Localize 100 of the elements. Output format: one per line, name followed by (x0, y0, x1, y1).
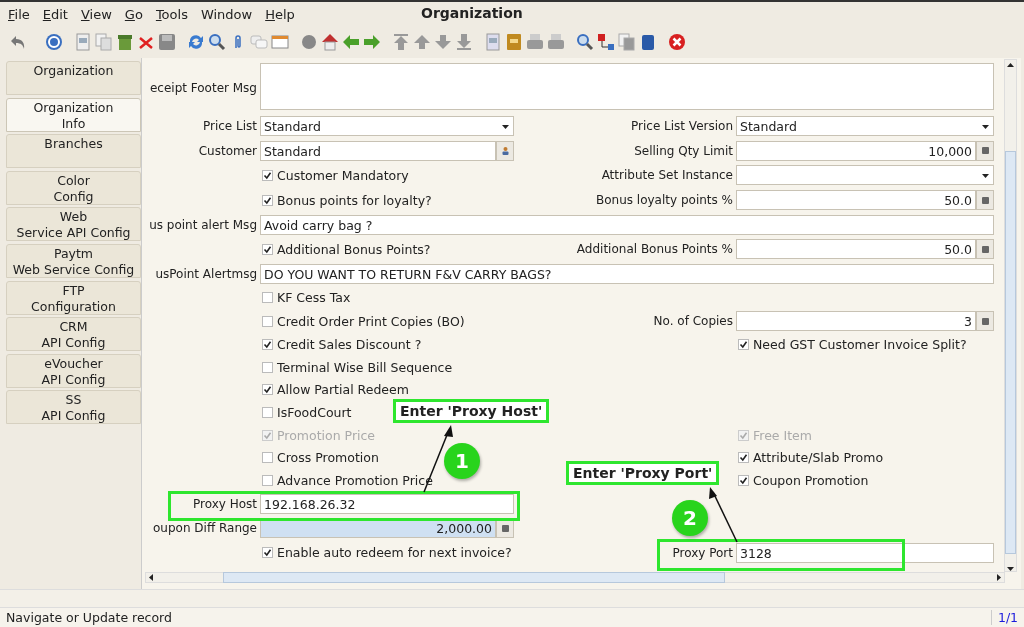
window-title: Organization (421, 5, 523, 21)
checkbox[interactable] (262, 547, 273, 559)
text-field[interactable]: 192.168.26.32 (260, 493, 514, 514)
sidebar-tab[interactable]: Paytm Web Service Config (6, 243, 141, 278)
checkbox-label: Credit Order Print Copies (BO) (277, 313, 465, 329)
down-arrow-icon[interactable] (434, 33, 452, 51)
checkbox[interactable] (262, 291, 273, 303)
window-icon[interactable] (618, 33, 636, 51)
text-field[interactable]: DO YOU WANT TO RETURN F&V CARRY BAGS? (260, 263, 994, 284)
checkbox-label: Credit Sales Discount ? (277, 337, 422, 353)
text-field[interactable]: 3128 (736, 543, 994, 563)
menu-item[interactable]: Help (265, 6, 295, 22)
checkbox-label: Customer Mandatory (277, 168, 409, 183)
menu-item[interactable]: Tools (155, 6, 188, 22)
callout-label: Enter 'Proxy Host' (393, 399, 550, 423)
calculator-icon (981, 317, 989, 325)
circle-icon[interactable] (300, 33, 318, 51)
checkbox-label: IsFoodCourt (277, 404, 352, 420)
dropdown[interactable]: Standard (736, 116, 994, 137)
table-icon[interactable] (271, 33, 289, 51)
menu-item[interactable]: Go (124, 6, 143, 22)
report-icon[interactable] (484, 33, 502, 51)
field-label: Price List Version (631, 119, 734, 134)
text-field[interactable]: Avoid carry bag ? (260, 214, 994, 235)
calculator-icon (981, 147, 989, 155)
checkbox-label: KF Cess Tax (277, 289, 351, 305)
vertical-scrollbar[interactable] (1004, 59, 1017, 572)
checkbox[interactable] (262, 194, 273, 206)
cylinder-icon[interactable] (639, 33, 657, 51)
checkbox[interactable] (262, 384, 273, 396)
scroll-right-icon[interactable] (997, 574, 1001, 581)
calculator-button[interactable] (976, 190, 994, 211)
checkbox[interactable] (262, 406, 273, 418)
number-field[interactable]: 50.0 (736, 190, 976, 211)
checkbox-label: Coupon Promotion (753, 472, 869, 488)
caret-icon (502, 125, 509, 130)
field-label: Attribute Set Instance (601, 168, 734, 183)
text-field[interactable]: Standard (260, 140, 496, 161)
scroll-down-icon[interactable] (1007, 567, 1014, 571)
menu-item[interactable]: Window (200, 6, 253, 22)
save-icon[interactable] (158, 33, 176, 51)
callout-label: Enter 'Proxy Port' (566, 461, 720, 485)
close-icon[interactable] (668, 33, 686, 51)
calculator-button[interactable] (976, 311, 994, 332)
checkbox[interactable] (738, 474, 749, 486)
trash-icon[interactable] (116, 33, 134, 51)
number-field[interactable]: 50.0 (736, 239, 976, 260)
checkbox-label: Terminal Wise Bill Sequence (277, 359, 453, 375)
archive-icon[interactable] (505, 33, 523, 51)
sidebar-tab[interactable]: SS API Config (6, 390, 141, 425)
sidebar-tab[interactable]: CRM API Config (6, 317, 141, 352)
checkbox-label: Need GST Customer Invoice Split? (753, 337, 967, 353)
workflow-icon[interactable] (597, 33, 615, 51)
dropdown[interactable]: Standard (260, 116, 514, 137)
help-icon[interactable] (45, 33, 63, 51)
right-arrow-icon[interactable] (363, 33, 381, 51)
field-label: Proxy Port (672, 546, 734, 560)
lookup-button[interactable] (496, 140, 514, 161)
checkbox[interactable] (262, 474, 273, 486)
checkbox[interactable] (738, 339, 749, 351)
last-record-icon[interactable] (455, 33, 473, 51)
calculator-icon (981, 245, 989, 253)
checkbox-label: Promotion Price (277, 427, 376, 443)
checkbox[interactable] (262, 339, 273, 351)
calculator-button[interactable] (976, 140, 994, 161)
first-record-icon[interactable] (392, 33, 410, 51)
checkbox[interactable] (262, 170, 273, 181)
field-label: Customer (198, 143, 258, 158)
checkbox-label: Free Item (753, 427, 812, 443)
scroll-left-icon[interactable] (149, 574, 153, 581)
calculator-button[interactable] (976, 239, 994, 260)
printer-icon[interactable] (526, 33, 544, 51)
checkbox[interactable] (262, 361, 273, 373)
left-arrow-icon[interactable] (342, 33, 360, 51)
sidebar-tab[interactable]: eVoucher API Config (6, 353, 141, 388)
number-field[interactable]: 3 (736, 311, 976, 332)
checkbox[interactable] (262, 452, 273, 464)
sidebar-tab[interactable]: Organization Info (6, 97, 141, 132)
home-icon[interactable] (321, 33, 339, 51)
menu-item[interactable]: File (8, 6, 30, 22)
search-icon[interactable] (208, 33, 226, 51)
up-arrow-icon[interactable] (413, 33, 431, 51)
sidebar-tab[interactable]: Organization (6, 61, 141, 95)
sidebar-tab[interactable]: Branches (6, 134, 141, 169)
document-icon[interactable] (74, 33, 92, 51)
checkbox[interactable] (262, 243, 273, 255)
number-field[interactable]: 10,000 (736, 140, 976, 161)
sidebar-tab[interactable]: FTP Configuration (6, 280, 141, 315)
menu-item[interactable]: Edit (42, 6, 68, 22)
menu-item[interactable]: View (80, 6, 112, 22)
sidebar-tab[interactable]: Web Service API Config (6, 207, 141, 242)
printer-icon[interactable] (547, 33, 565, 51)
checkbox[interactable] (738, 452, 749, 464)
refresh-icon[interactable] (187, 33, 205, 51)
zoom-icon[interactable] (576, 33, 594, 51)
sidebar-tab[interactable]: Color Config (6, 170, 141, 205)
scroll-up-icon[interactable] (1007, 63, 1014, 67)
horizontal-scrollbar[interactable] (145, 572, 1005, 583)
checkbox[interactable] (262, 315, 273, 327)
person-icon (501, 146, 509, 155)
